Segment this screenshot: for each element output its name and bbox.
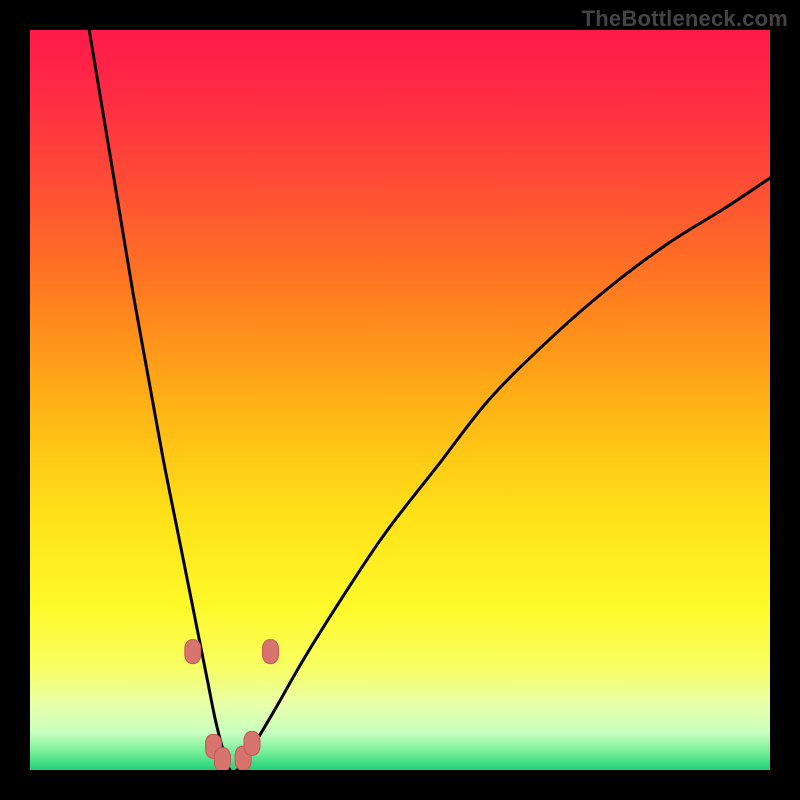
curve-marker-2: [214, 748, 230, 770]
chart-frame: TheBottleneck.com: [0, 0, 800, 800]
curve-marker-5: [263, 640, 279, 664]
gradient-bg: [30, 30, 770, 770]
curve-marker-4: [244, 731, 260, 755]
curve-marker-0: [185, 640, 201, 664]
watermark-text: TheBottleneck.com: [582, 6, 788, 32]
plot-area: [30, 30, 770, 770]
plot-svg: [30, 30, 770, 770]
